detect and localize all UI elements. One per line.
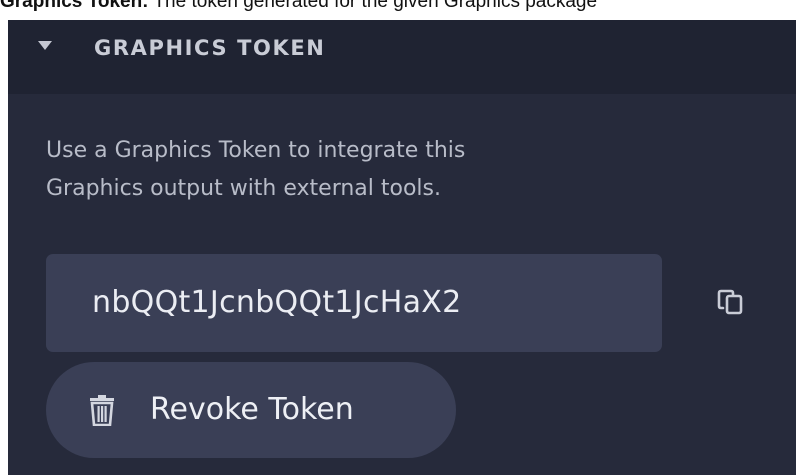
section-title: GRAPHICS TOKEN (94, 36, 326, 60)
token-value[interactable]: nbQQt1JcnbQQt1JcHaX2 (92, 283, 462, 323)
revoke-token-button[interactable]: Revoke Token (46, 362, 456, 458)
trash-icon (90, 395, 114, 426)
caption-text: Graphics Token: The token generated for … (0, 0, 796, 20)
description-line-2: Graphics output with external tools. (46, 176, 442, 201)
revoke-token-label: Revoke Token (150, 392, 354, 427)
caret-down-icon[interactable] (38, 41, 52, 50)
description-text: Use a Graphics Token to integrate this G… (46, 132, 736, 208)
caption-body: The token generated for the given Graphi… (153, 0, 598, 12)
token-field[interactable]: nbQQt1JcnbQQt1JcHaX2 (46, 254, 662, 352)
description-line-1: Use a Graphics Token to integrate this (46, 138, 466, 163)
section-header[interactable]: GRAPHICS TOKEN (8, 20, 796, 94)
graphics-token-panel: GRAPHICS TOKEN Use a Graphics Token to i… (8, 20, 796, 475)
copy-icon[interactable] (710, 283, 750, 323)
caption-lead: Graphics Token: (0, 0, 149, 12)
